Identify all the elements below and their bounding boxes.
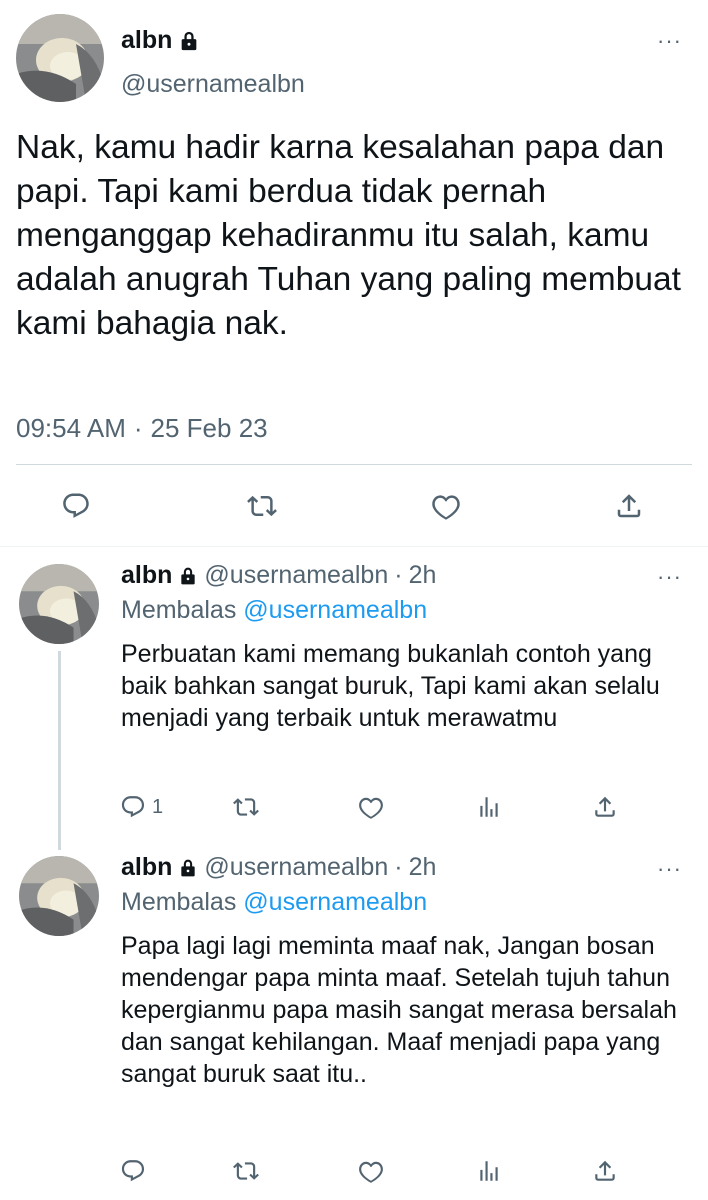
analytics-button[interactable] <box>476 1153 502 1189</box>
replying-to: Membalas @usernamealbn <box>121 596 427 625</box>
author-name[interactable]: albn <box>121 26 172 55</box>
main-tweet: albn @usernamealbn ··· Nak, kamu hadir k… <box>0 0 708 548</box>
retweet-icon <box>233 1162 259 1180</box>
avatar-photo <box>19 856 99 936</box>
tweet-timestamp[interactable]: 09:54 AM · 25 Feb 23 <box>16 413 268 444</box>
retweet-icon <box>233 798 259 816</box>
more-options-icon[interactable]: ··· <box>657 858 682 880</box>
header-dot: · <box>394 853 403 881</box>
share-icon <box>617 494 641 518</box>
like-icon <box>359 797 383 819</box>
reply-time[interactable]: 2h <box>409 853 437 882</box>
like-button[interactable] <box>358 1153 384 1189</box>
reply-icon <box>63 493 89 518</box>
author-handle[interactable]: @usernamealbn <box>204 853 388 882</box>
like-icon <box>359 1161 383 1183</box>
lock-icon <box>178 858 198 878</box>
tweet-date: 25 Feb 23 <box>150 413 268 443</box>
analytics-button[interactable] <box>476 789 502 825</box>
reply-icon <box>121 1160 145 1182</box>
reply-icon <box>121 796 145 818</box>
reply-actions <box>0 1153 708 1189</box>
divider <box>16 464 692 465</box>
reply-button[interactable] <box>54 484 98 528</box>
avatar[interactable] <box>19 564 99 644</box>
avatar[interactable] <box>16 14 104 102</box>
author-handle[interactable]: @usernamealbn <box>204 561 388 590</box>
avatar[interactable] <box>19 856 99 936</box>
author-name[interactable]: albn <box>121 561 172 590</box>
retweet-button[interactable] <box>233 789 259 825</box>
reply-button[interactable]: 1 <box>120 789 163 825</box>
tweet-separator <box>0 546 708 547</box>
replying-to-mention[interactable]: @usernamealbn <box>243 596 427 624</box>
share-button[interactable] <box>592 789 618 825</box>
avatar-photo <box>19 564 99 644</box>
replying-to-prefix: Membalas <box>121 888 237 916</box>
more-options-icon[interactable]: ··· <box>657 30 682 52</box>
reply-text: Perbuatan kami memang bukanlah contoh ya… <box>121 640 660 732</box>
tweet-text: Nak, kamu hadir karna kesalahan papa dan… <box>16 129 681 342</box>
replying-to-prefix: Membalas <box>121 596 237 624</box>
tweet-time: 09:54 AM <box>16 413 126 443</box>
analytics-icon <box>480 1161 498 1181</box>
share-button[interactable] <box>607 484 651 528</box>
analytics-icon <box>480 797 498 817</box>
author-name-row: albn <box>121 26 200 55</box>
like-button[interactable] <box>358 789 384 825</box>
reply-actions: 1 <box>0 789 708 825</box>
reply-time[interactable]: 2h <box>409 561 437 590</box>
share-button[interactable] <box>592 1153 618 1189</box>
like-button[interactable] <box>424 484 468 528</box>
retweet-button[interactable] <box>233 1153 259 1189</box>
reply-header: albn @usernamealbn · 2h <box>121 561 436 590</box>
like-icon <box>432 495 460 520</box>
retweet-icon <box>247 495 277 517</box>
reply-button[interactable] <box>120 1153 152 1189</box>
header-dot: · <box>394 561 403 589</box>
timestamp-separator: · <box>133 413 143 443</box>
reply-header: albn @usernamealbn · 2h <box>121 853 436 882</box>
retweet-button[interactable] <box>240 484 284 528</box>
replying-to-mention[interactable]: @usernamealbn <box>243 888 427 916</box>
reply-text: Papa lagi lagi meminta maaf nak, Jangan … <box>121 932 677 1088</box>
avatar-photo <box>16 14 104 102</box>
share-icon <box>595 796 615 817</box>
author-handle[interactable]: @usernamealbn <box>121 70 305 99</box>
lock-icon <box>178 30 200 52</box>
replying-to: Membalas @usernamealbn <box>121 888 427 917</box>
share-icon <box>595 1160 615 1181</box>
more-options-icon[interactable]: ··· <box>657 566 682 588</box>
reply-count: 1 <box>152 795 164 818</box>
tweet-actions <box>0 484 708 528</box>
author-name[interactable]: albn <box>121 853 172 882</box>
lock-icon <box>178 566 198 586</box>
